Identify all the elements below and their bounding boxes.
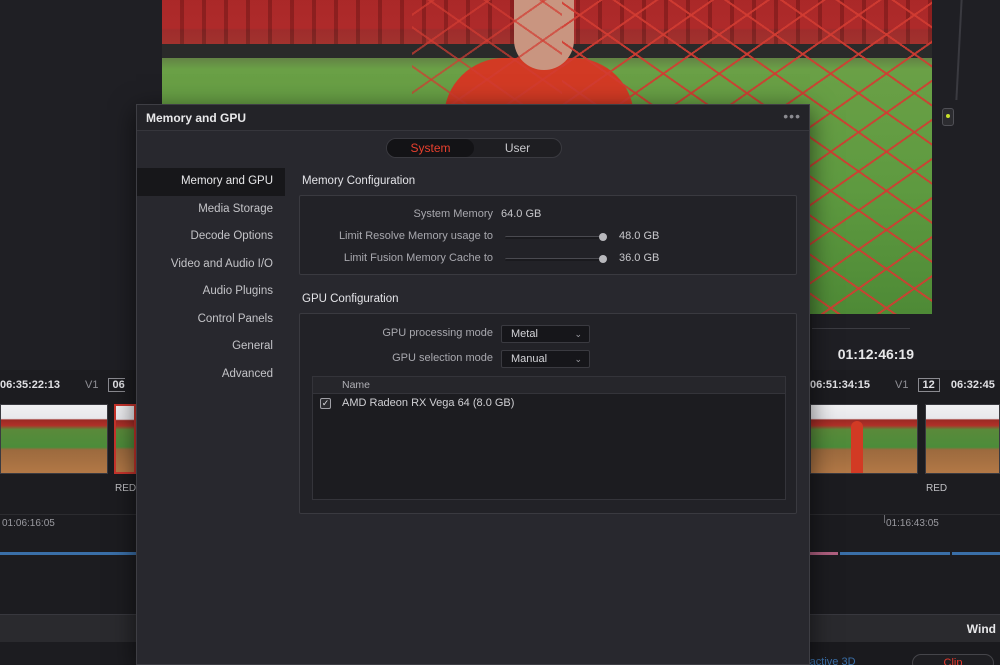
dialog-title: Memory and GPU bbox=[146, 111, 247, 125]
system-memory-value: 64.0 GB bbox=[501, 208, 542, 220]
gpu-device-table: Name ✓ AMD Radeon RX Vega 64 (8.0 GB) bbox=[312, 376, 786, 500]
slider-knob[interactable] bbox=[599, 255, 607, 263]
timeline-clip-header-right: 06:51:34:15 V1 12 06:32:45 bbox=[810, 378, 1000, 398]
bottom-panel-bar-left bbox=[0, 614, 136, 642]
clip-thumbnail[interactable] bbox=[0, 404, 108, 474]
clip-codec-label: RED bbox=[926, 483, 948, 494]
timeline-ruler-right[interactable]: 01:16:43:05 bbox=[810, 514, 1000, 536]
thumbnail-player bbox=[851, 421, 863, 473]
clip-thumbnail-selected[interactable] bbox=[114, 404, 136, 474]
sidebar-item-advanced[interactable]: Advanced bbox=[137, 361, 285, 389]
sidebar-item-control-panels[interactable]: Control Panels bbox=[137, 306, 285, 334]
clip-thumbnail[interactable] bbox=[925, 404, 1000, 474]
timeline-track[interactable] bbox=[0, 552, 136, 555]
resolve-memory-value: 48.0 GB bbox=[619, 230, 660, 242]
timeline-clip-header-left: 06:35:22:13 V1 06 bbox=[0, 378, 136, 398]
gpu-section-title: GPU Configuration bbox=[302, 293, 399, 305]
gpu-selection-mode-value: Manual bbox=[511, 353, 548, 365]
timeline-track-marked[interactable] bbox=[810, 552, 838, 555]
clip-timecode: 06:35:22:13 bbox=[0, 379, 60, 391]
clip-track: V1 bbox=[85, 379, 99, 391]
ellipsis-icon[interactable]: ••• bbox=[783, 108, 801, 124]
viewer-scrub-line[interactable] bbox=[812, 328, 910, 329]
fusion-cache-value: 36.0 GB bbox=[619, 252, 660, 264]
chevron-down-icon: ⌄ bbox=[574, 354, 582, 364]
clip-timecode: 06:51:34:15 bbox=[810, 379, 870, 391]
gpu-processing-mode-select[interactable]: Metal ⌄ bbox=[501, 325, 590, 343]
preferences-dialog: Memory and GPU ••• System User Memory an… bbox=[136, 104, 810, 665]
timeline-ruler-left[interactable]: 01:06:16:05 bbox=[0, 514, 136, 536]
sidebar-item-general[interactable]: General bbox=[137, 333, 285, 361]
ruler-tick bbox=[884, 515, 885, 523]
interactive-3d-label[interactable]: ractive 3D bbox=[806, 656, 856, 665]
memory-section-title: Memory Configuration bbox=[302, 175, 416, 187]
gpu-selection-mode-label: GPU selection mode bbox=[392, 352, 493, 364]
right-panel bbox=[932, 0, 1000, 370]
system-user-toggle: System User bbox=[386, 138, 562, 158]
fusion-cache-label: Limit Fusion Memory Cache to bbox=[343, 252, 493, 264]
clip-button[interactable]: Clip bbox=[912, 654, 994, 665]
clip-number: 12 bbox=[917, 378, 940, 392]
clip-codec-label: RED bbox=[115, 483, 137, 494]
gpu-table-header: Name bbox=[313, 377, 785, 394]
chevron-down-icon: ⌄ bbox=[574, 329, 582, 339]
gpu-device-checkbox[interactable]: ✓ bbox=[320, 398, 331, 409]
tab-user[interactable]: User bbox=[474, 139, 561, 157]
audio-fader-knob[interactable] bbox=[942, 108, 954, 126]
dialog-titlebar[interactable]: Memory and GPU ••• bbox=[137, 105, 809, 131]
system-memory-label: System Memory bbox=[413, 208, 493, 220]
gpu-config-panel: GPU processing mode Metal ⌄ GPU selectio… bbox=[299, 313, 797, 514]
viewer-net bbox=[412, 0, 562, 104]
memory-config-panel: System Memory 64.0 GB Limit Resolve Memo… bbox=[299, 195, 797, 275]
window-label: Wind bbox=[966, 622, 996, 636]
sidebar-item-memory-and-gpu[interactable]: Memory and GPU bbox=[137, 168, 285, 196]
sidebar-item-media-storage[interactable]: Media Storage bbox=[137, 196, 285, 224]
clip-number: 06 bbox=[107, 378, 125, 392]
viewer-timecode: 01:12:46:19 bbox=[837, 346, 914, 362]
sidebar-item-video-audio-io[interactable]: Video and Audio I/O bbox=[137, 251, 285, 279]
gpu-device-name: AMD Radeon RX Vega 64 (8.0 GB) bbox=[342, 397, 515, 409]
clip-timecode-2: 06:32:45 bbox=[950, 379, 995, 391]
resolve-memory-label: Limit Resolve Memory usage to bbox=[338, 230, 493, 242]
ruler-time: 01:06:16:05 bbox=[2, 518, 55, 529]
gpu-processing-mode-label: GPU processing mode bbox=[382, 327, 493, 339]
fusion-cache-slider[interactable] bbox=[505, 255, 607, 263]
tab-system[interactable]: System bbox=[387, 139, 474, 157]
sidebar-item-decode-options[interactable]: Decode Options bbox=[137, 223, 285, 251]
slider-knob[interactable] bbox=[599, 233, 607, 241]
timeline-track[interactable] bbox=[840, 552, 950, 555]
gpu-processing-mode-value: Metal bbox=[511, 328, 538, 340]
preferences-sidebar: Memory and GPU Media Storage Decode Opti… bbox=[137, 168, 285, 388]
sidebar-item-audio-plugins[interactable]: Audio Plugins bbox=[137, 278, 285, 306]
timeline-track[interactable] bbox=[952, 552, 1000, 555]
resolve-memory-slider[interactable] bbox=[505, 233, 607, 241]
clip-track: V1 bbox=[895, 379, 909, 391]
clip-thumbnail[interactable] bbox=[810, 404, 918, 474]
table-row[interactable]: ✓ AMD Radeon RX Vega 64 (8.0 GB) bbox=[313, 394, 785, 413]
gpu-selection-mode-select[interactable]: Manual ⌄ bbox=[501, 350, 590, 368]
ruler-time: 01:16:43:05 bbox=[886, 518, 939, 529]
